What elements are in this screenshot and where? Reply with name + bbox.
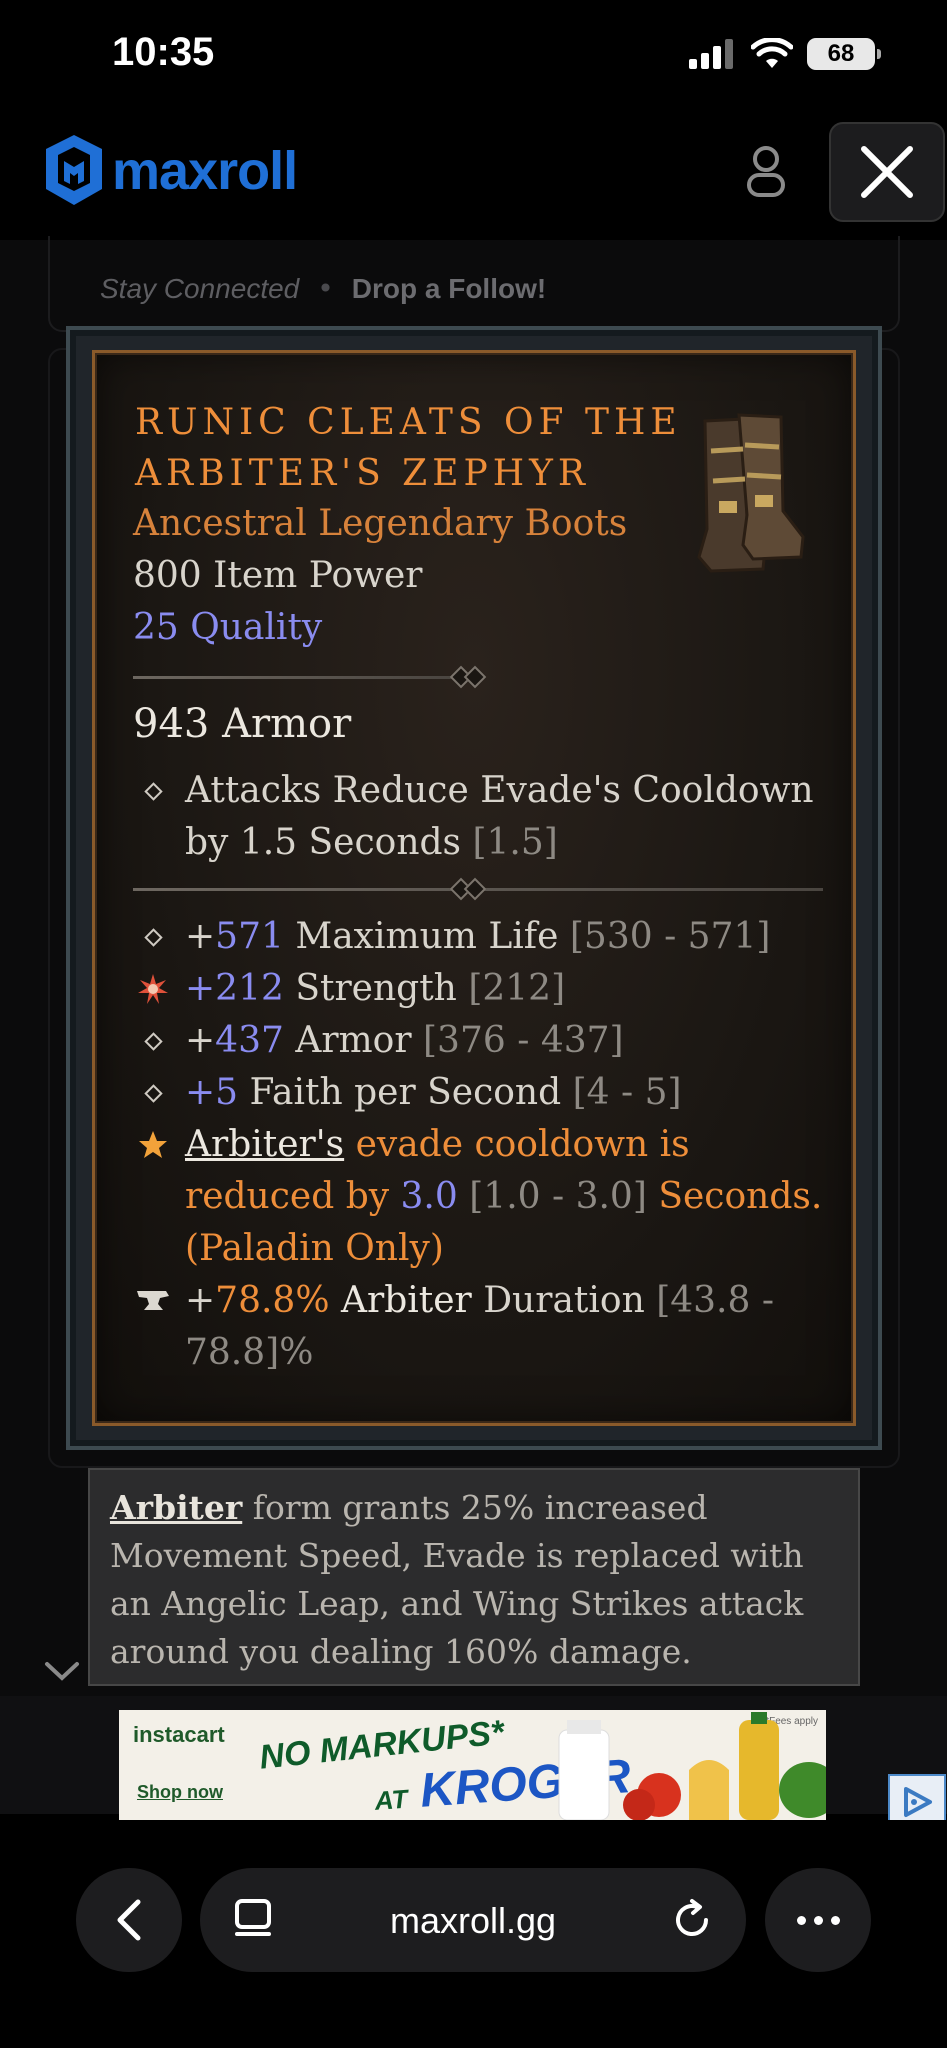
back-button[interactable] (76, 1868, 182, 1972)
arbiter-keyword-link[interactable]: Arbiter's (185, 1124, 344, 1165)
ad-brand: instacart (133, 1722, 225, 1747)
item-power: 800 Item Power (133, 555, 423, 596)
maxroll-logo-icon (46, 135, 102, 205)
diamond-bullet-icon (143, 1031, 163, 1051)
legendary-star-icon (139, 1131, 167, 1158)
collapse-ad-button[interactable] (44, 1660, 80, 1686)
more-dot-icon (813, 1915, 823, 1925)
reload-icon[interactable] (670, 1898, 714, 1942)
battery-indicator: 68 (807, 38, 881, 70)
chevron-left-icon (117, 1899, 141, 1941)
diamond-bullet-icon (143, 1083, 163, 1103)
affix-armor: +437 Armor [376 - 437] (133, 1015, 823, 1067)
diamond-bullet-icon (143, 927, 163, 947)
maxroll-logo[interactable]: maxroll (44, 133, 298, 209)
more-options-button[interactable] (765, 1868, 871, 1972)
url-text: maxroll.gg (389, 1900, 557, 1941)
status-time: 10:35 (112, 30, 215, 74)
adchoices-icon (904, 1787, 932, 1817)
tooltip-keyword: Arbiter (110, 1488, 243, 1527)
wifi-icon (751, 38, 793, 68)
section-divider (133, 676, 453, 679)
divider-ornament (463, 877, 487, 901)
boots-icon (697, 413, 805, 573)
keyword-tooltip: Arbiter form grants 25% increased Moveme… (88, 1468, 860, 1686)
chevron-down-icon (45, 1662, 79, 1681)
diamond-bullet-icon (143, 781, 163, 801)
address-bar[interactable]: maxroll.gg (200, 1868, 746, 1972)
separator-dot: • (317, 272, 334, 305)
stay-connected-row: Stay Connected • Drop a Follow! (100, 272, 546, 305)
more-dot-icon (830, 1915, 840, 1925)
implicit-affix: Attacks Reduce Evade's Cooldown by 1.5 S… (133, 765, 823, 869)
armor-value: 943 Armor (133, 701, 352, 747)
site-header: maxroll (0, 115, 947, 240)
drop-a-follow-link[interactable]: Drop a Follow! (352, 273, 546, 305)
item-tooltip-card: RUNIC CLEATS OF THE ARBITER'S ZEPHYR Anc… (92, 350, 856, 1426)
item-type: Ancestral Legendary Boots (133, 503, 628, 544)
more-dot-icon (796, 1915, 806, 1925)
logo-text: maxroll (112, 141, 298, 201)
ad-shop-now[interactable]: Shop now (137, 1782, 223, 1803)
affix-maximum-life: +571 Maximum Life [530 - 571] (133, 911, 823, 963)
divider-ornament (463, 665, 487, 689)
stay-connected-label: Stay Connected (100, 272, 300, 304)
close-button[interactable] (829, 122, 945, 222)
item-quality: 25 Quality (133, 607, 323, 648)
status-bar: 10:35 68 (0, 0, 947, 115)
groceries-image (558, 1712, 826, 1820)
instacart-ad[interactable]: instacart Shop now NO MARKUPS* AT KROGER… (119, 1710, 826, 1820)
user-icon (747, 146, 785, 197)
signal-icon (689, 39, 733, 69)
close-icon (861, 146, 913, 198)
status-icons: 68 (689, 38, 881, 70)
legendary-aspect: Arbiter's evade cooldown is reduced by 3… (133, 1119, 823, 1275)
anvil-icon (137, 1291, 169, 1310)
tempered-affix: +78.8% Arbiter Duration [43.8 - 78.8]% (133, 1275, 823, 1379)
affix-faith-per-second: +5 Faith per Second [4 - 5] (133, 1067, 823, 1119)
affix-strength: +212 Strength [212] (133, 963, 823, 1015)
account-button[interactable] (743, 143, 789, 203)
greater-affix-icon (138, 974, 168, 1004)
item-name: RUNIC CLEATS OF THE ARBITER'S ZEPHYR (135, 402, 682, 494)
